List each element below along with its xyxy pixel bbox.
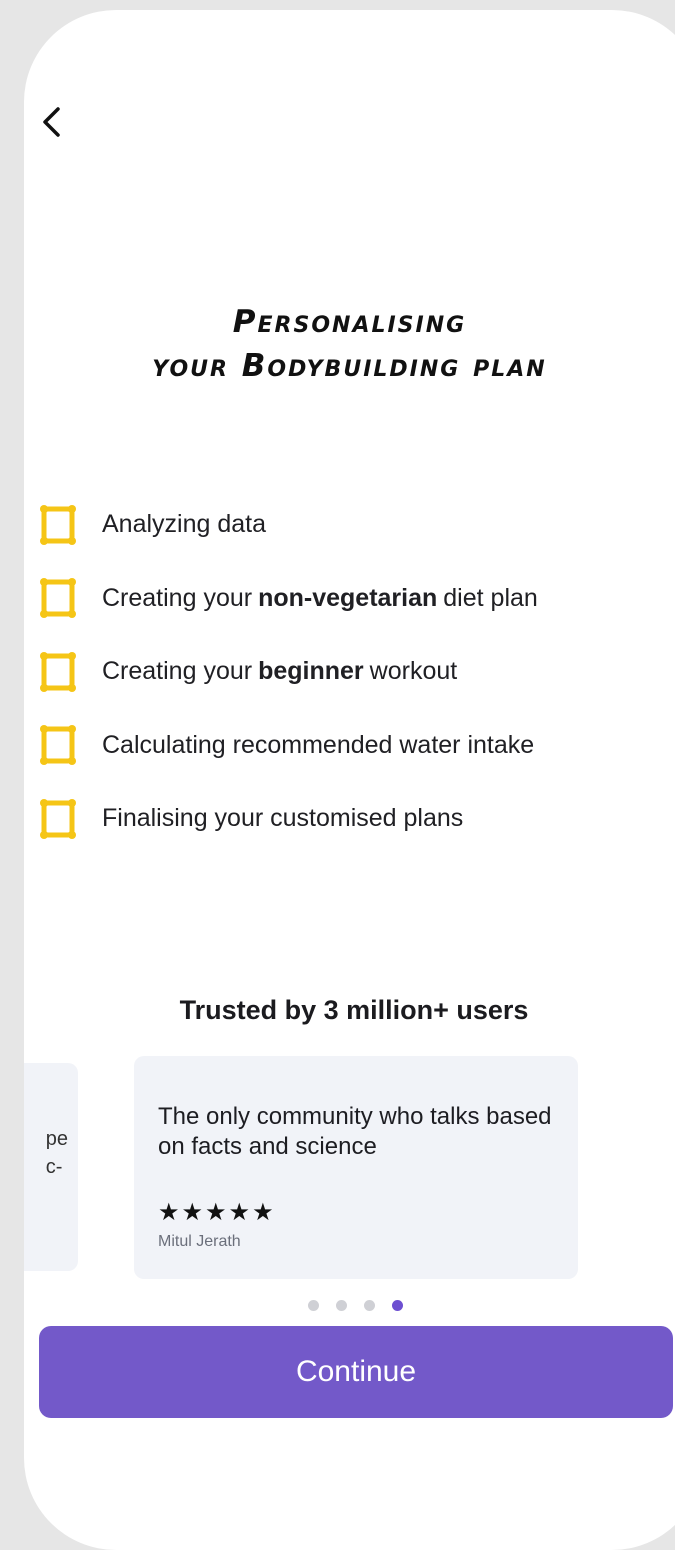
review-card-previous[interactable]: pe c- — [24, 1063, 78, 1271]
review-fragment-line-2: c- — [45, 1156, 63, 1178]
loading-frame-icon — [40, 798, 76, 839]
review-quote: The only community who talks based on fa… — [158, 1103, 552, 1160]
loading-frame-icon — [40, 725, 76, 766]
loading-frame-icon — [40, 578, 76, 619]
progress-step: Analyzing data — [38, 488, 658, 562]
review-card-previous-text: pe c- — [46, 1125, 68, 1181]
review-author: Mitul Jerath — [158, 1233, 241, 1250]
continue-button[interactable]: Continue — [39, 1326, 673, 1418]
phone-screen: Personalising your Bodybuilding plan Ana… — [24, 10, 675, 1550]
step-text: Analyzing data — [102, 510, 267, 539]
progress-steps-list: Analyzing data Creating your non-vegetar… — [38, 488, 658, 856]
progress-step: Finalising your customised plans — [38, 782, 658, 856]
loading-frame-icon — [40, 504, 76, 545]
progress-step: Creating your non-vegetarian diet plan — [38, 562, 658, 636]
step-text: Creating your — [102, 657, 253, 686]
step-text-suffix: diet plan — [443, 583, 538, 612]
step-text-suffix: workout — [369, 657, 458, 686]
trusted-heading: Trusted by 3 million+ users — [179, 995, 529, 1025]
back-button[interactable] — [32, 102, 72, 142]
page-title-line-1: Personalising — [232, 304, 467, 340]
review-fragment-line-1: pe — [45, 1128, 68, 1150]
carousel-pagination — [308, 1300, 403, 1311]
step-text: Creating your — [102, 583, 253, 612]
loading-frame-icon — [40, 651, 76, 692]
chevron-left-icon — [43, 107, 60, 137]
step-text-emphasis: non-vegetarian — [258, 583, 438, 612]
star-rating: ★★★★★ — [158, 1199, 276, 1226]
pagination-dot[interactable] — [336, 1300, 347, 1311]
page-title-line-2: your Bodybuilding plan — [152, 348, 547, 384]
pagination-dot[interactable] — [308, 1300, 319, 1311]
progress-step: Calculating recommended water intake — [38, 709, 658, 783]
step-text: Calculating recommended water intake — [102, 730, 535, 759]
page-title: Personalising your Bodybuilding plan — [24, 300, 675, 388]
step-text: Finalising your customised plans — [102, 804, 464, 833]
step-text-emphasis: beginner — [258, 657, 364, 686]
pagination-dot-active[interactable] — [392, 1300, 403, 1311]
pagination-dot[interactable] — [364, 1300, 375, 1311]
progress-step: Creating your beginner workout — [38, 635, 658, 709]
review-card[interactable]: The only community who talks based on fa… — [134, 1056, 578, 1279]
